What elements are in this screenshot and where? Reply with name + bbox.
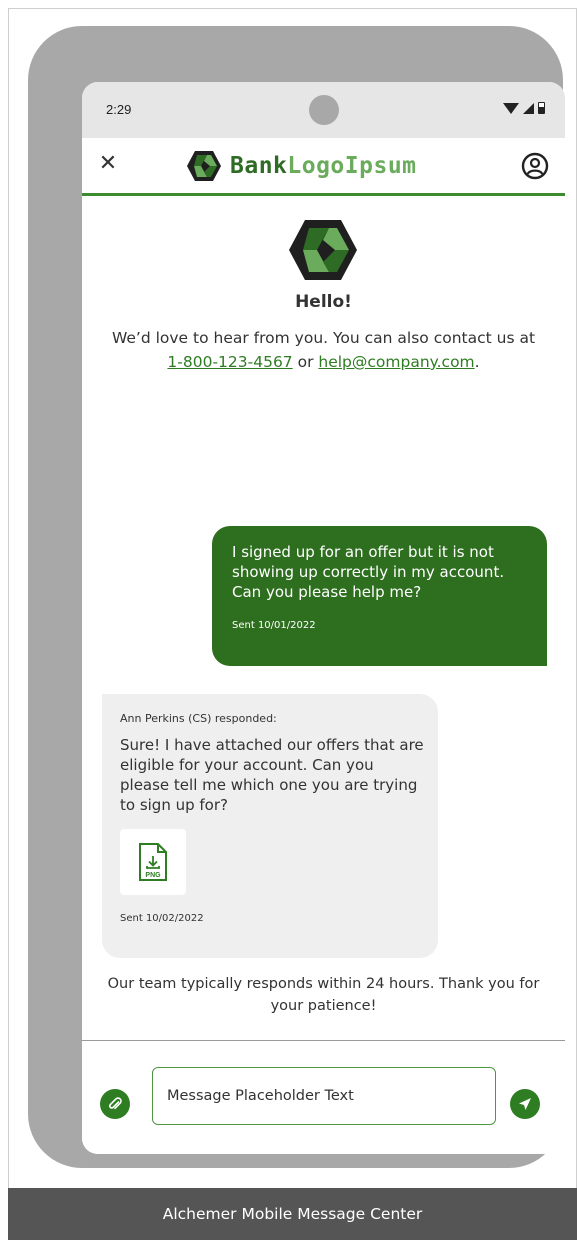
phone-screen: 2:29 ✕ BankLogoIpsum Hello! We’d love to… — [82, 82, 565, 1154]
status-bar: 2:29 — [82, 82, 565, 138]
close-icon[interactable]: ✕ — [96, 152, 120, 176]
bank-logo-large-icon — [289, 220, 357, 280]
message-input[interactable] — [152, 1067, 496, 1125]
intro-text: We’d love to hear from you. You can also… — [111, 329, 536, 371]
paperclip-icon[interactable] — [100, 1089, 130, 1119]
caption: Alchemer Mobile Message Center — [8, 1188, 577, 1240]
message-author: Ann Perkins (CS) responded: — [120, 712, 277, 725]
email-link[interactable]: help@company.com — [318, 353, 474, 371]
bank-logo: BankLogoIpsum — [186, 150, 417, 182]
battery-icon — [538, 102, 545, 114]
status-time: 2:29 — [106, 102, 132, 117]
send-icon[interactable] — [510, 1089, 540, 1119]
cellular-signal-icon — [523, 102, 534, 114]
incoming-message: Ann Perkins (CS) responded: Sure! I have… — [102, 694, 438, 958]
user-circle-icon[interactable] — [521, 152, 549, 180]
camera-cutout — [309, 95, 339, 125]
message-text: Sure! I have attached our offers that ar… — [120, 736, 424, 814]
phone-link[interactable]: 1-800-123-4567 — [167, 353, 292, 371]
attachment-file[interactable]: PNG — [120, 829, 186, 895]
message-composer — [82, 1040, 565, 1154]
wifi-icon — [503, 102, 519, 114]
message-timestamp: Sent 10/02/2022 — [120, 913, 204, 924]
png-file-icon: PNG — [139, 843, 167, 881]
app-header: ✕ BankLogoIpsum — [82, 138, 565, 196]
status-icons — [503, 102, 545, 114]
greeting-title: Hello! — [295, 292, 352, 312]
message-timestamp: Sent 10/01/2022 — [232, 620, 316, 631]
brand-name: BankLogoIpsum — [230, 153, 417, 179]
message-text: I signed up for an offer but it is not s… — [232, 543, 505, 601]
bank-logo-mark-icon — [187, 151, 221, 181]
svg-text:PNG: PNG — [145, 872, 161, 879]
response-time-note: Our team typically responds within 24 ho… — [107, 976, 540, 1014]
phone-device: 2:29 ✕ BankLogoIpsum Hello! We’d love to… — [28, 26, 565, 1168]
outgoing-message: I signed up for an offer but it is not s… — [212, 526, 547, 666]
